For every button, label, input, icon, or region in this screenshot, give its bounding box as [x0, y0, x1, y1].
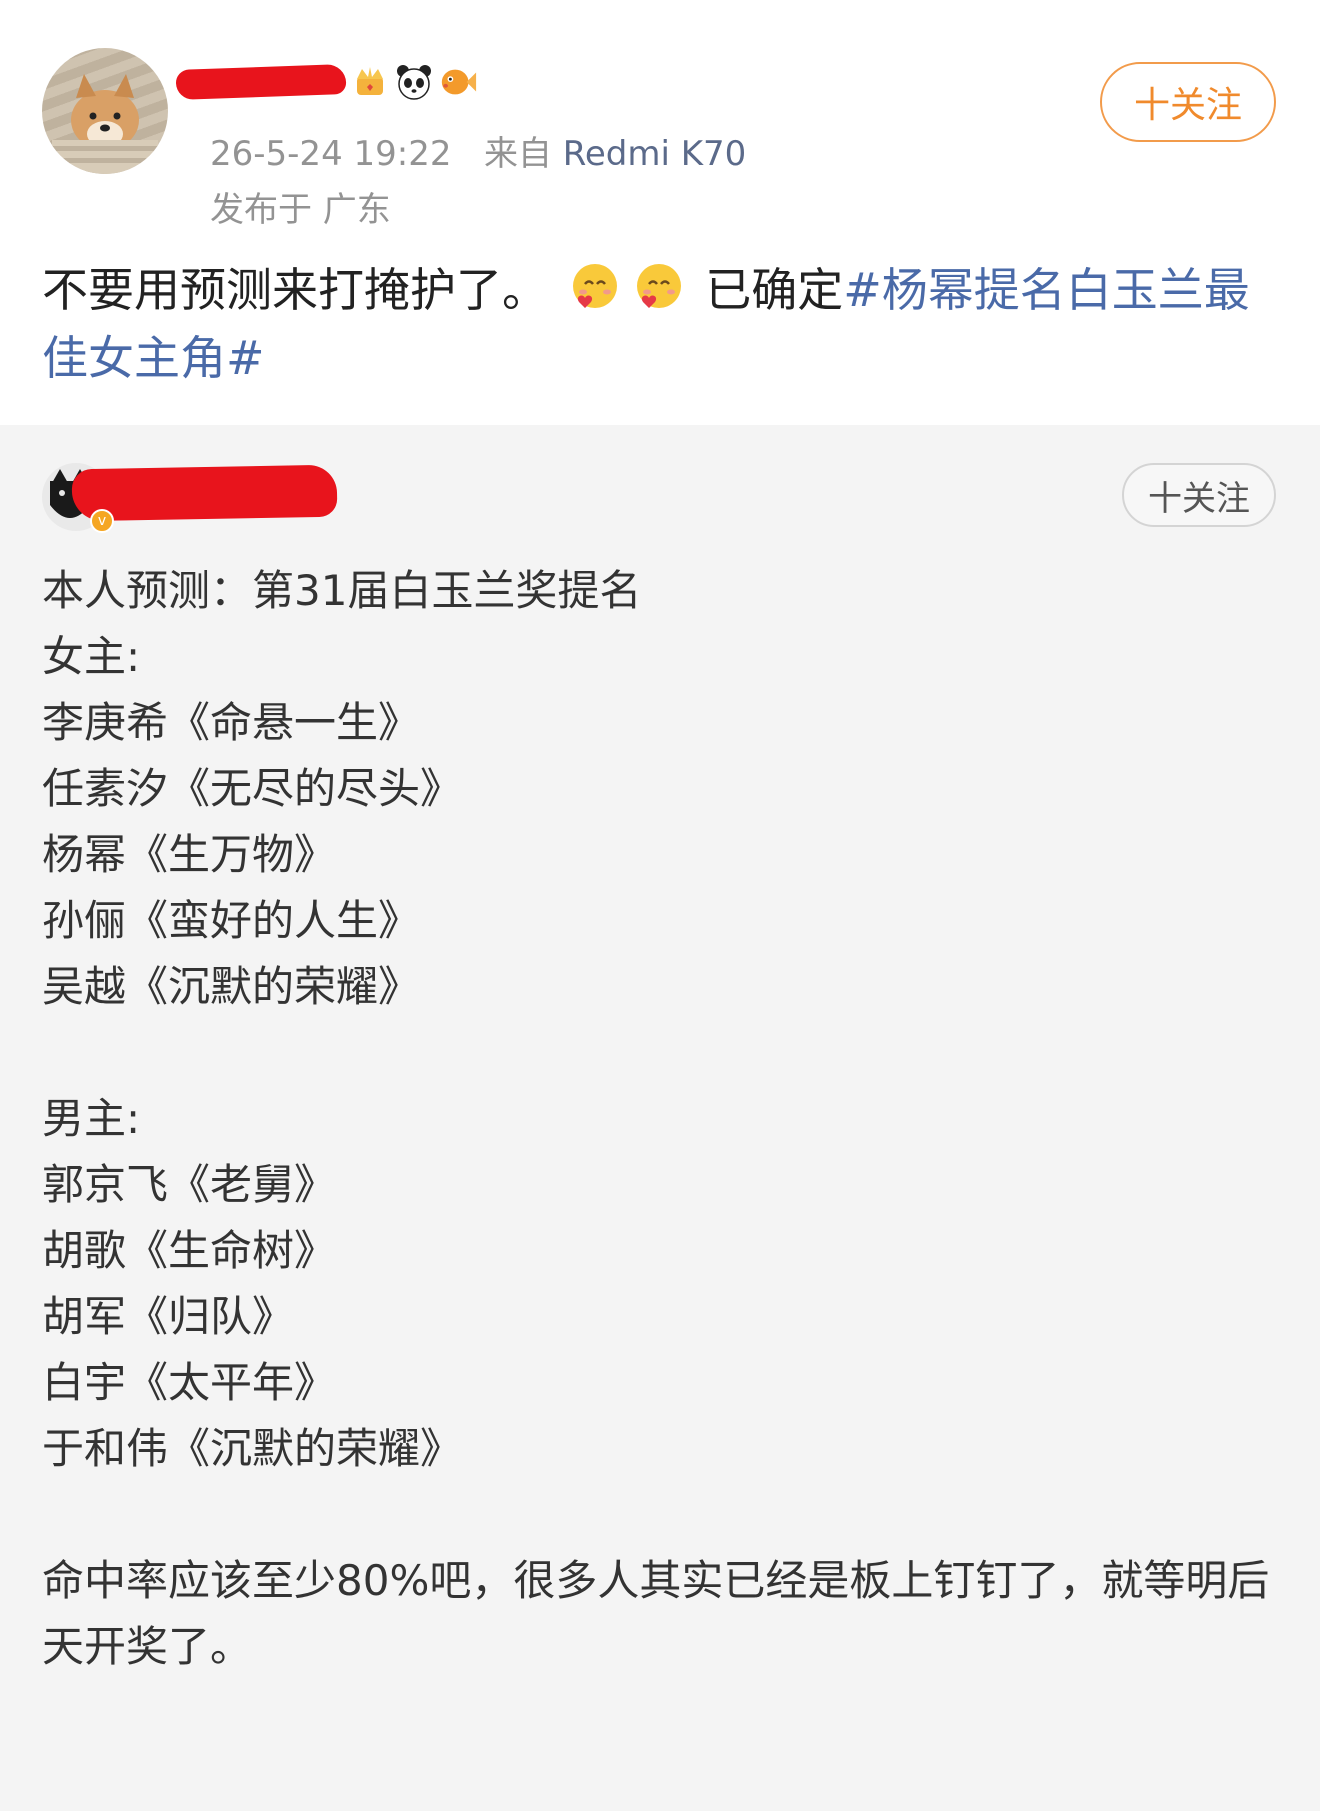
fish-icon	[438, 62, 478, 102]
redacted-username	[175, 64, 347, 100]
list-item: 吴越《沉默的荣耀》	[42, 962, 421, 1011]
list-item: 李庚希《命悬一生》	[42, 698, 421, 747]
female-heading: 女主:	[42, 632, 141, 681]
heart-face-emoji-icon	[567, 260, 623, 316]
quoted-post[interactable]: v 十关注 本人预测：第31届白玉兰奖提名 女主: 李庚希《命悬一生》 任素汐《…	[0, 425, 1320, 1811]
list-item: 郭京飞《老舅》	[42, 1160, 337, 1209]
follow-button[interactable]: 十关注	[1122, 463, 1276, 527]
post-text-part: 不要用预测来打掩护了。	[42, 263, 548, 317]
shiba-dog-icon	[52, 74, 158, 174]
post-location: 发布于 广东	[210, 190, 391, 230]
post-meta: 26-5-24 19:22 来自 Redmi K70	[210, 126, 746, 175]
closing-text: 命中率应该至少80%吧，很多人其实已经是板上钉钉了，就等明后天开奖了。	[42, 1556, 1270, 1671]
post-text: 不要用预测来打掩护了。 已确定#杨幂提名白玉兰最佳女主角#	[42, 256, 1282, 392]
list-item: 任素汐《无尽的尽头》	[42, 764, 463, 813]
list-item: 胡军《归队》	[42, 1292, 295, 1341]
username-row	[175, 56, 478, 108]
post-timestamp: 26-5-24 19:22	[210, 134, 452, 174]
list-item: 孙俪《蛮好的人生》	[42, 896, 421, 945]
post-device[interactable]: Redmi K70	[563, 134, 747, 174]
panda-icon	[394, 62, 434, 102]
list-item: 于和伟《沉默的荣耀》	[42, 1424, 463, 1473]
list-item: 白宇《太平年》	[42, 1358, 337, 1407]
list-item: 杨幂《生万物》	[42, 830, 337, 879]
weibo-post: 26-5-24 19:22 来自 Redmi K70 发布于 广东 十关注 不要…	[0, 0, 1320, 425]
post-source-label: 来自	[483, 134, 552, 174]
avatar[interactable]	[42, 48, 168, 174]
male-heading: 男主:	[42, 1094, 141, 1143]
list-item: 胡歌《生命树》	[42, 1226, 337, 1275]
verified-badge-icon: v	[90, 509, 114, 533]
follow-button[interactable]: 十关注	[1100, 62, 1276, 142]
crown-badge-icon	[350, 62, 390, 102]
quoted-post-body: 本人预测：第31届白玉兰奖提名 女主: 李庚希《命悬一生》 任素汐《无尽的尽头》…	[42, 558, 1282, 1680]
prediction-title: 本人预测：第31届白玉兰奖提名	[42, 566, 642, 615]
post-text-part: 已确定	[705, 263, 844, 317]
heart-face-emoji-icon	[631, 260, 687, 316]
